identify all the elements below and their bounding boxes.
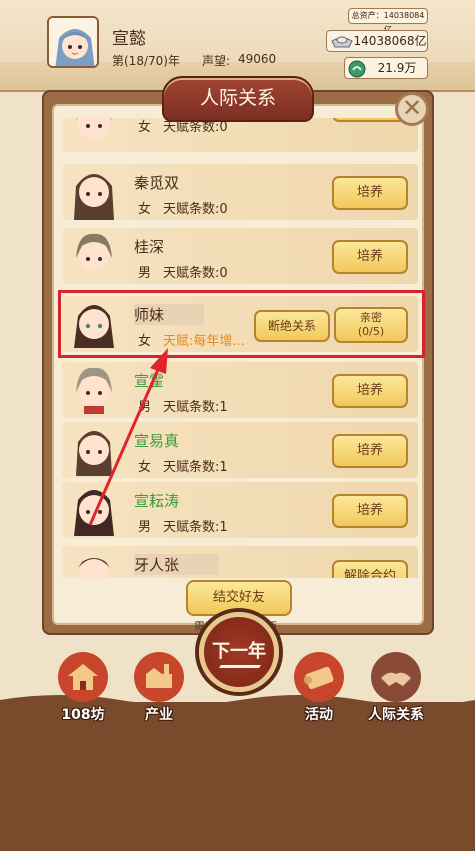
next-year-button[interactable]: 下一年 (199, 612, 279, 692)
brush-underline (219, 665, 261, 668)
arrow-annotation (88, 348, 168, 526)
